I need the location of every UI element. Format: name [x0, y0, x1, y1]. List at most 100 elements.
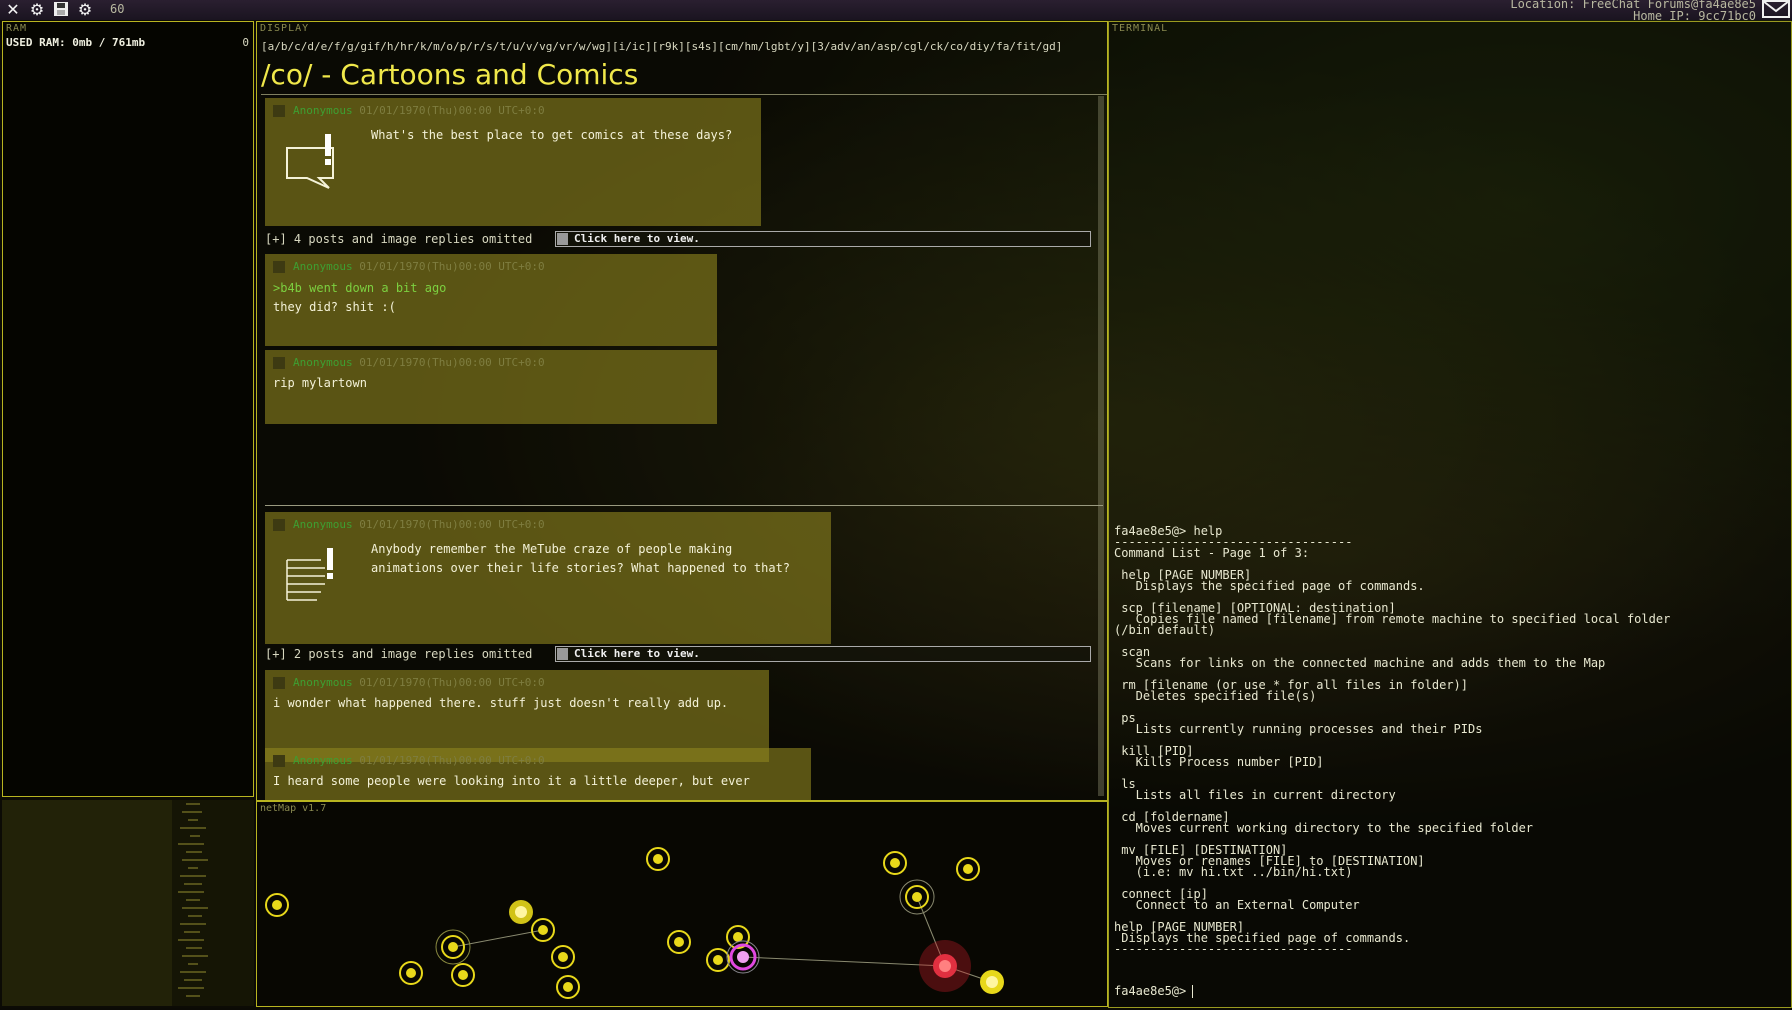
post-header: Anonymous 01/01/1970(Thu)00:00 UTC+0:0 [273, 104, 753, 117]
post-date: 01/01/1970(Thu)00:00 UTC+0:0 [359, 104, 545, 117]
thread-op-post: Anonymous 01/01/1970(Thu)00:00 UTC+0:0 A… [265, 512, 831, 644]
map-link [742, 956, 946, 967]
terminal-prompt: fa4ae8e5@> [1114, 984, 1187, 998]
post-date: 01/01/1970(Thu)00:00 UTC+0:0 [359, 260, 545, 273]
post-date: 01/01/1970(Thu)00:00 UTC+0:0 [359, 518, 545, 531]
post-author: Anonymous [293, 518, 353, 531]
map-node[interactable] [399, 961, 423, 985]
post-header: Anonymous 01/01/1970(Thu)00:00 UTC+0:0 [273, 676, 761, 689]
map-node[interactable] [556, 975, 580, 999]
post-author: Anonymous [293, 676, 353, 689]
view-thread-button[interactable]: Click here to view. [555, 646, 1091, 662]
map-node[interactable] [265, 893, 289, 917]
ram-graph [2, 800, 254, 1006]
gear-icon[interactable]: ⚙ [28, 1, 46, 19]
terminal-line: --------------------------------- [1114, 942, 1353, 956]
terminal-line: Lists currently running processes and th… [1114, 722, 1483, 736]
target-node[interactable] [919, 940, 971, 992]
thread-divider [265, 505, 1103, 506]
post-checkbox[interactable] [273, 677, 285, 689]
map-node[interactable] [509, 900, 533, 924]
terminal-line: Displays the specified page of commands. [1114, 579, 1425, 593]
post-text: rip mylartown [273, 376, 367, 390]
post-text-line: Anybody remember the MeTube craze of peo… [371, 542, 733, 556]
post-checkbox[interactable] [273, 105, 285, 117]
ram-used: USED RAM: 0mb / 761mb [6, 36, 146, 49]
omitted-notice: [+] 4 posts and image replies omitted [265, 232, 533, 246]
scrollbar[interactable] [1098, 96, 1104, 796]
map-node[interactable] [435, 929, 471, 965]
map-node[interactable] [531, 918, 555, 942]
post-date: 01/01/1970(Thu)00:00 UTC+0:0 [359, 676, 545, 689]
thread-op-post: Anonymous 01/01/1970(Thu)00:00 UTC+0:0 W… [265, 98, 761, 226]
terminal-line: Deletes specified file(s) [1114, 689, 1317, 703]
fps-counter: 60 [110, 2, 125, 16]
map-node[interactable] [551, 945, 575, 969]
view-thread-button[interactable]: Click here to view. [555, 231, 1091, 247]
map-link [452, 929, 544, 948]
map-node[interactable] [451, 963, 475, 987]
display-panel: DISPLAY [a/b/c/d/e/f/g/gif/h/hr/k/m/o/p/… [256, 21, 1108, 801]
terminal-input-line[interactable]: fa4ae8e5@> [1114, 984, 1194, 998]
ram-graph-noise [2, 800, 208, 1006]
map-node[interactable] [706, 948, 730, 972]
omitted-notice: [+] 2 posts and image replies omitted [265, 647, 533, 661]
post-greentext: >b4b went down a bit ago [273, 281, 447, 295]
terminal-panel[interactable]: TERMINAL fa4ae8e5@> help ----------------… [1108, 21, 1792, 1008]
post-header: Anonymous 01/01/1970(Thu)00:00 UTC+0:0 [273, 754, 803, 767]
post-text: they did? shit :( [273, 300, 396, 314]
mail-icon[interactable] [1762, 0, 1790, 18]
board-list[interactable]: [a/b/c/d/e/f/g/gif/h/hr/k/m/o/p/r/s/t/u/… [261, 40, 1062, 53]
reply-post: Anonymous 01/01/1970(Thu)00:00 UTC+0:0 I… [265, 748, 811, 800]
post-checkbox[interactable] [273, 519, 285, 531]
post-date: 01/01/1970(Thu)00:00 UTC+0:0 [359, 356, 545, 369]
save-icon[interactable] [52, 1, 70, 19]
settings-icon[interactable]: ⚙ [76, 1, 94, 19]
post-header: Anonymous 01/01/1970(Thu)00:00 UTC+0:0 [273, 518, 823, 531]
map-node[interactable] [899, 879, 935, 915]
reply-post: Anonymous 01/01/1970(Thu)00:00 UTC+0:0 r… [265, 350, 717, 424]
map-node[interactable] [646, 847, 670, 871]
post-checkbox[interactable] [273, 357, 285, 369]
post-author: Anonymous [293, 104, 353, 117]
post-checkbox[interactable] [273, 261, 285, 273]
map-node[interactable] [883, 851, 907, 875]
player-node[interactable] [726, 940, 760, 974]
terminal-line: (i.e: mv hi.txt ../bin/hi.txt) [1114, 865, 1353, 879]
terminal-line: Connect to an External Computer [1114, 898, 1360, 912]
post-text: Anybody remember the MeTube craze of peo… [371, 540, 790, 578]
post-header: Anonymous 01/01/1970(Thu)00:00 UTC+0:0 [273, 356, 709, 369]
terminal-line: (/bin default) [1114, 623, 1216, 637]
post-date: 01/01/1970(Thu)00:00 UTC+0:0 [359, 754, 545, 767]
post-text: i wonder what happened there. stuff just… [273, 696, 729, 710]
title-divider [261, 94, 1107, 95]
network-map [265, 847, 1004, 999]
location-readout: Location: FreeChat Forums@fa4ae8e5 Home … [1510, 0, 1756, 22]
reply-post: Anonymous 01/01/1970(Thu)00:00 UTC+0:0 >… [265, 254, 717, 346]
ram-label: RAM [6, 23, 28, 34]
terminal-line: Kills Process number [PID] [1114, 755, 1324, 769]
terminal-line: Command List - Page 1 of 3: [1114, 546, 1310, 560]
document-icon [286, 548, 333, 601]
ram-panel: RAM USED RAM: 0mb / 761mb 0 [2, 21, 254, 797]
netmap-panel: netMap v1.7 [256, 801, 1108, 1007]
terminal-label: TERMINAL [1112, 23, 1169, 34]
map-node[interactable] [980, 970, 1004, 994]
terminal-cursor [1192, 985, 1194, 998]
post-author: Anonymous [293, 260, 353, 273]
speech-bubble-icon [286, 134, 334, 189]
map-node[interactable] [956, 857, 980, 881]
top-bar: ✕ ⚙ ⚙ 60 Location: FreeChat Forums@fa4ae… [0, 0, 1792, 22]
post-text-line: animations over their life stories? What… [371, 561, 791, 575]
display-label: DISPLAY [260, 23, 310, 34]
close-icon[interactable]: ✕ [4, 1, 22, 19]
board-title: /co/ - Cartoons and Comics [261, 58, 639, 91]
map-node[interactable] [667, 930, 691, 954]
post-author: Anonymous [293, 754, 353, 767]
terminal-line: Lists all files in current directory [1114, 788, 1396, 802]
post-checkbox[interactable] [273, 755, 285, 767]
